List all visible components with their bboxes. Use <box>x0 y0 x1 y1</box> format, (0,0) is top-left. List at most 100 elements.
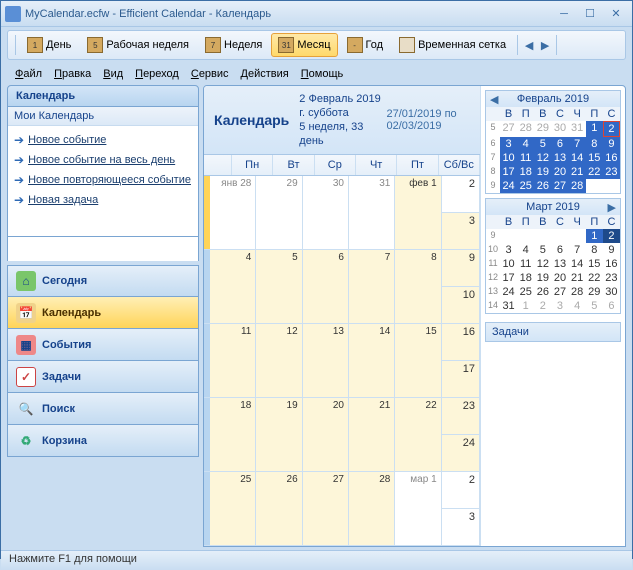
mini-day[interactable]: 15 <box>586 257 603 271</box>
mini-day[interactable]: 22 <box>586 271 603 285</box>
day-cell[interactable]: 2324 <box>442 398 480 471</box>
mini-day[interactable]: 27 <box>551 285 568 299</box>
mini-day[interactable]: 19 <box>534 165 551 179</box>
mini-day[interactable]: 11 <box>517 257 534 271</box>
nav-tasks[interactable]: ✓Задачи <box>7 361 199 393</box>
mini-day[interactable]: 12 <box>534 151 551 165</box>
menu-file[interactable]: Файл <box>9 66 48 82</box>
sidebar-link[interactable]: ➔Новая задача <box>8 190 198 210</box>
day-cell[interactable]: 7 <box>349 250 395 323</box>
mini-day[interactable] <box>603 179 620 193</box>
mini-day[interactable]: 7 <box>569 243 586 257</box>
mini-day[interactable]: 16 <box>603 257 620 271</box>
mini-day[interactable]: 5 <box>586 299 603 313</box>
day-cell[interactable]: 12 <box>256 324 302 397</box>
day-cell[interactable]: 22 <box>395 398 441 471</box>
mini-day[interactable]: 28 <box>569 179 586 193</box>
day-cell[interactable]: фев 1 <box>395 176 441 249</box>
mini-day[interactable]: 29 <box>534 121 551 137</box>
mini-day[interactable]: 26 <box>534 285 551 299</box>
menu-goto[interactable]: Переход <box>129 66 185 82</box>
mini-day[interactable]: 23 <box>603 271 620 285</box>
mini-day[interactable]: 21 <box>569 271 586 285</box>
mini-day[interactable]: 13 <box>551 151 568 165</box>
day-cell[interactable]: 27 <box>303 472 349 545</box>
mini-day[interactable]: 5 <box>534 137 551 151</box>
mini-day[interactable]: 30 <box>551 121 568 137</box>
day-cell[interactable]: янв 28 <box>210 176 256 249</box>
mini-day[interactable]: 8 <box>586 243 603 257</box>
day-cell[interactable]: 19 <box>256 398 302 471</box>
mini-day[interactable]: 24 <box>500 285 517 299</box>
mini-day[interactable]: 14 <box>569 151 586 165</box>
mini-day[interactable]: 17 <box>500 271 517 285</box>
mini-day[interactable]: 31 <box>569 121 586 137</box>
mini-day[interactable]: 26 <box>534 179 551 193</box>
mini-day[interactable]: 28 <box>517 121 534 137</box>
mini-day[interactable] <box>517 229 534 243</box>
mini-day[interactable]: 12 <box>534 257 551 271</box>
mini-day[interactable] <box>534 229 551 243</box>
day-cell[interactable]: 4 <box>210 250 256 323</box>
menu-edit[interactable]: Правка <box>48 66 97 82</box>
mini-day[interactable]: 2 <box>534 299 551 313</box>
mini-day[interactable]: 14 <box>569 257 586 271</box>
mini-day[interactable]: 28 <box>569 285 586 299</box>
view-workweek-button[interactable]: 5Рабочая неделя <box>80 33 196 57</box>
mini-day[interactable]: 20 <box>551 271 568 285</box>
mini-day[interactable]: 6 <box>551 137 568 151</box>
close-button[interactable]: ✕ <box>604 5 628 23</box>
day-cell[interactable]: 14 <box>349 324 395 397</box>
day-cell[interactable]: 31 <box>349 176 395 249</box>
mini-day[interactable]: 25 <box>517 285 534 299</box>
mini-day[interactable]: 3 <box>551 299 568 313</box>
menu-service[interactable]: Сервис <box>185 66 235 82</box>
tasks-panel-header[interactable]: Задачи <box>485 322 621 342</box>
view-year-button[interactable]: -Год <box>340 33 391 57</box>
mini-day[interactable]: 13 <box>551 257 568 271</box>
view-timegrid-button[interactable]: Временная сетка <box>392 33 513 57</box>
nav-trash[interactable]: ♻Корзина <box>7 425 199 457</box>
day-cell[interactable]: 6 <box>303 250 349 323</box>
nav-events[interactable]: ▦События <box>7 329 199 361</box>
day-cell[interactable]: 13 <box>303 324 349 397</box>
next-button[interactable]: ▶ <box>537 37 553 53</box>
mini-day[interactable]: 4 <box>517 137 534 151</box>
view-day-button[interactable]: 1День <box>20 33 78 57</box>
menu-view[interactable]: Вид <box>97 66 129 82</box>
menu-actions[interactable]: Действия <box>235 66 295 82</box>
day-cell[interactable]: 28 <box>349 472 395 545</box>
mini-day[interactable] <box>551 229 568 243</box>
day-cell[interactable]: 29 <box>256 176 302 249</box>
minimize-button[interactable]: ─ <box>552 5 576 23</box>
nav-search[interactable]: 🔍Поиск <box>7 393 199 425</box>
mini-day[interactable]: 27 <box>551 179 568 193</box>
mini-day[interactable]: 7 <box>569 137 586 151</box>
mini-day[interactable]: 25 <box>517 179 534 193</box>
mini-day[interactable]: 16 <box>603 151 620 165</box>
mini-day[interactable] <box>569 229 586 243</box>
mini-day[interactable]: 18 <box>517 165 534 179</box>
nav-calendar[interactable]: 📅Календарь <box>7 297 199 329</box>
mini-day[interactable]: 17 <box>500 165 517 179</box>
day-cell[interactable]: 5 <box>256 250 302 323</box>
mini-day[interactable]: 6 <box>551 243 568 257</box>
day-cell[interactable]: 1617 <box>442 324 480 397</box>
mini-day[interactable]: 24 <box>500 179 517 193</box>
day-cell[interactable]: 20 <box>303 398 349 471</box>
mini-prev-icon[interactable]: ◀ <box>490 93 498 106</box>
view-month-button[interactable]: 31Месяц <box>271 33 337 57</box>
mini-day[interactable]: 27 <box>500 121 517 137</box>
day-cell[interactable]: 23 <box>442 176 480 249</box>
mini-day[interactable]: 9 <box>603 137 620 151</box>
mini-day[interactable]: 21 <box>569 165 586 179</box>
prev-button[interactable]: ◀ <box>521 37 537 53</box>
mini-day[interactable]: 22 <box>586 165 603 179</box>
day-cell[interactable]: 26 <box>256 472 302 545</box>
mini-day[interactable] <box>500 229 517 243</box>
mini-day[interactable]: 10 <box>500 151 517 165</box>
mini-day[interactable] <box>586 179 603 193</box>
mini-day[interactable]: 3 <box>500 243 517 257</box>
mini-day[interactable]: 29 <box>586 285 603 299</box>
menu-help[interactable]: Помощь <box>295 66 350 82</box>
